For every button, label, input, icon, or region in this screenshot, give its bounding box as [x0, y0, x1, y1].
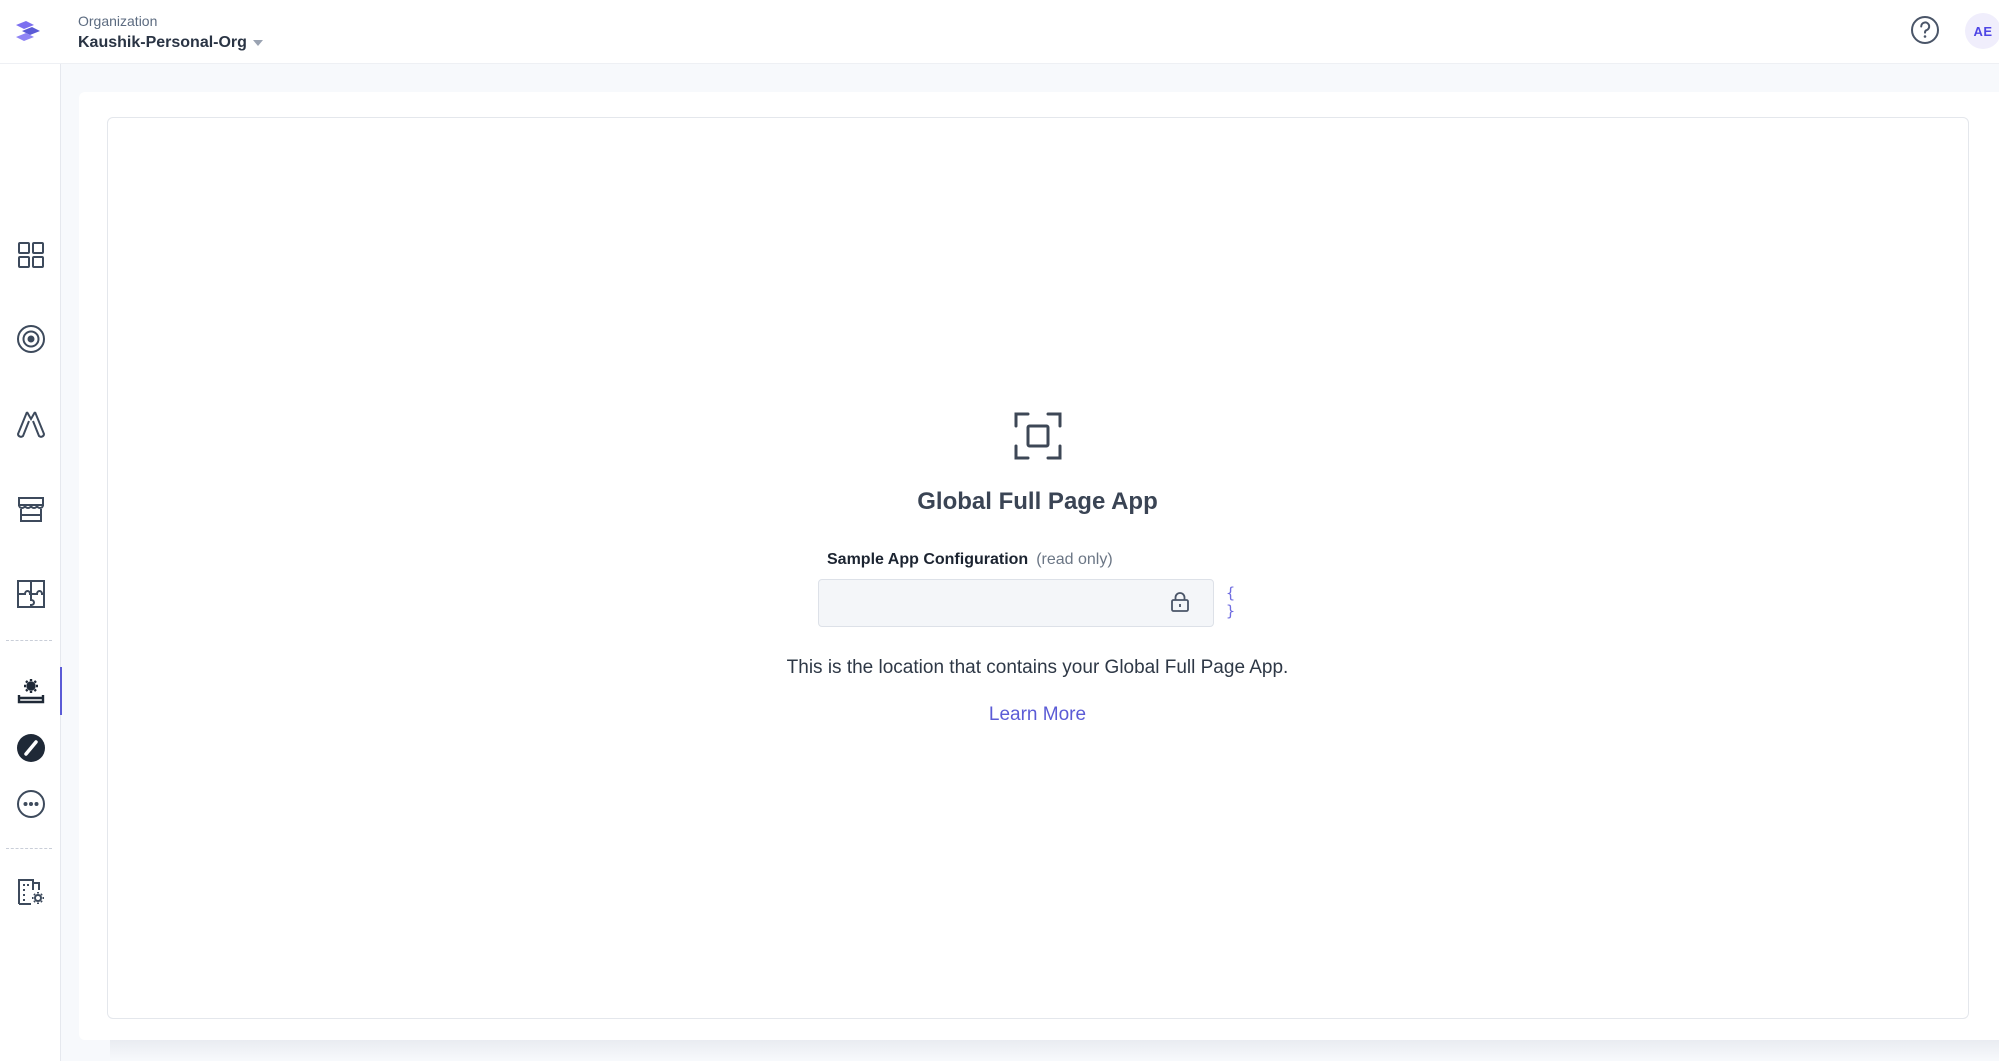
config-label-row: Sample App Configuration (read only): [827, 551, 1113, 569]
sidebar-item-more[interactable]: [0, 780, 61, 828]
puzzle-icon: [16, 580, 45, 608]
sidebar-divider: [6, 640, 52, 641]
help-icon[interactable]: [1909, 14, 1941, 46]
config-label: Sample App Configuration: [827, 551, 1029, 568]
user-avatar[interactable]: AE: [1965, 13, 1999, 49]
app-title: Global Full Page App: [917, 488, 1158, 515]
organization-switcher: Organization Kaushik-Personal-Org: [78, 12, 263, 53]
slash-circle-icon: [16, 734, 45, 762]
json-braces-icon[interactable]: { }: [1226, 584, 1252, 620]
sidebar-item-target[interactable]: [0, 315, 61, 363]
organization-select[interactable]: Kaushik-Personal-Org: [78, 33, 263, 53]
target-icon: [16, 325, 45, 353]
learn-more-link[interactable]: Learn More: [0, 704, 1999, 726]
sidebar-item-dashboard[interactable]: [0, 231, 61, 279]
more-icon: [16, 790, 45, 818]
caret-down-icon[interactable]: [252, 39, 263, 47]
grid-icon: [17, 242, 44, 268]
full-page-app-icon: [1014, 412, 1062, 460]
location-description: This is the location that contains your …: [786, 657, 1289, 678]
content-bottom-edge: [110, 1040, 1999, 1061]
top-header: Organization Kaushik-Personal-Org AE: [0, 0, 1999, 64]
organization-label: Organization: [78, 13, 158, 29]
sidebar-divider: [6, 848, 52, 849]
organization-name[interactable]: Kaushik-Personal-Org: [78, 33, 247, 53]
sidebar-item-automations[interactable]: [0, 400, 61, 448]
left-sidebar: [0, 64, 62, 1061]
lock-icon: [1171, 592, 1189, 612]
triangle-rings-icon: [16, 411, 45, 438]
contentstack-logo-icon[interactable]: [12, 16, 44, 48]
config-read-only-hint: (read only): [1036, 551, 1113, 568]
sidebar-item-blocked[interactable]: [0, 724, 61, 772]
sidebar-item-org-settings[interactable]: [0, 868, 61, 916]
sample-app-configuration-input[interactable]: [818, 579, 1214, 627]
sidebar-item-extensions[interactable]: [0, 570, 61, 618]
building-settings-icon: [17, 879, 44, 905]
app-settings-icon: [17, 679, 44, 704]
